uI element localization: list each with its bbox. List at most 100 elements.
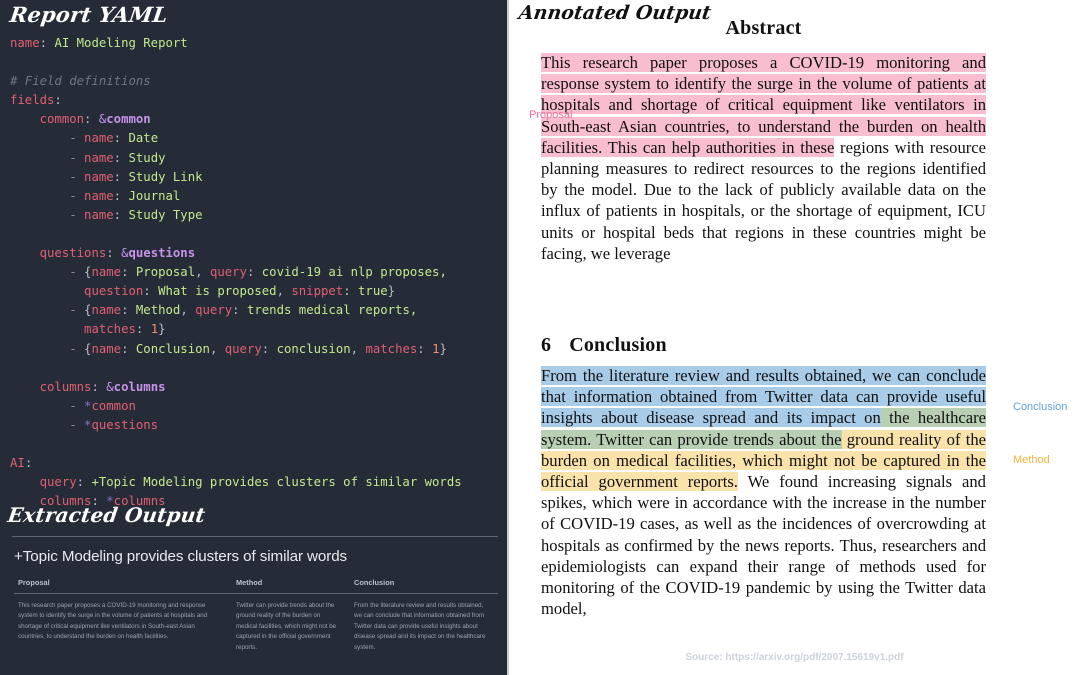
cell-conclusion: From the literature review and results o…	[354, 602, 486, 651]
yaml-line: - {name: Method, query: trends medical r…	[10, 301, 507, 320]
yaml-token-dash: -	[69, 417, 85, 432]
yaml-token-anchname: columns	[113, 379, 166, 394]
yaml-token-punct: ,	[180, 303, 196, 318]
cell-proposal: This research paper proposes a COVID-19 …	[18, 602, 208, 641]
yaml-token-dash: -	[69, 169, 85, 184]
conclusion-paragraph: From the literature review and results o…	[541, 365, 986, 619]
yaml-token-key: name	[91, 303, 122, 318]
yaml-token-punct: :	[121, 341, 136, 356]
yaml-token-punct: :	[343, 284, 359, 299]
annotation-label-proposal: Proposal	[529, 109, 573, 121]
yaml-token-key: questions	[39, 246, 107, 261]
abstract-heading: Abstract	[725, 17, 802, 39]
yaml-token-punct: :	[113, 131, 129, 146]
yaml-code-block[interactable]: name: AI Modeling Report # Field definit…	[10, 34, 507, 511]
yaml-token-punct: :	[39, 36, 55, 50]
yaml-token-key: matches	[84, 322, 136, 337]
yaml-token-dash: -	[69, 150, 85, 165]
yaml-token-key: AI	[10, 456, 25, 471]
conclusion-heading-label: Conclusion	[569, 334, 667, 356]
yaml-token-key: name	[84, 131, 114, 146]
yaml-token-str: Journal	[128, 188, 181, 203]
yaml-token-key: name	[10, 36, 40, 50]
yaml-token-punct: ,	[209, 341, 225, 356]
yaml-token-key: fields	[10, 93, 55, 108]
yaml-line	[10, 359, 507, 378]
conclusion-section-number: 6	[541, 334, 552, 356]
yaml-line: query: +Topic Modeling provides clusters…	[10, 473, 507, 492]
yaml-token-punct: :	[54, 93, 62, 108]
yaml-token-punct: :	[113, 150, 129, 165]
yaml-token-anchname: common	[106, 112, 151, 127]
conclusion-plain-text: We found increasing signals and spikes, …	[541, 472, 986, 619]
column-header-conclusion: Conclusion	[350, 578, 498, 594]
yaml-token-key: query	[195, 303, 233, 318]
yaml-token-key: query	[224, 341, 262, 356]
yaml-token-str: +Topic Modeling provides clusters of sim…	[91, 475, 462, 490]
yaml-token-punct: }	[158, 322, 166, 337]
table-header-row: Proposal Method Conclusion	[14, 578, 498, 594]
report-yaml-title: Report YAML	[8, 2, 170, 27]
yaml-token-punct: ,	[276, 284, 292, 299]
yaml-token-punct: ,	[195, 265, 210, 280]
yaml-token-punct: :	[246, 265, 262, 280]
yaml-token-str: Conclusion	[135, 341, 210, 356]
yaml-token-str: Study	[128, 150, 166, 165]
extracted-output-divider	[12, 536, 498, 537]
yaml-line: common: &common	[10, 110, 507, 129]
yaml-token-str: conclusion	[276, 341, 351, 356]
column-header-method: Method	[232, 578, 350, 594]
yaml-token-punct: }	[439, 341, 447, 356]
yaml-line: - {name: Proposal, query: covid-19 ai nl…	[10, 263, 507, 282]
yaml-token-punct: :	[106, 246, 122, 261]
extracted-output-title: Extracted Output	[6, 503, 207, 527]
annotation-label-method: Method	[1013, 454, 1050, 466]
screenshot-root: Report YAML name: AI Modeling Report # F…	[0, 0, 1080, 675]
yaml-token-punct: :	[24, 456, 33, 471]
yaml-token-punct: :	[417, 341, 433, 356]
yaml-token-key: common	[39, 112, 85, 127]
annotation-label-conclusion: Conclusion	[1013, 401, 1068, 413]
yaml-token-key: columns	[39, 379, 92, 394]
yaml-line: - *common	[10, 397, 507, 416]
yaml-token-punct: :	[113, 169, 129, 184]
yaml-token-anchor: &	[106, 379, 114, 394]
yaml-line	[10, 225, 507, 244]
yaml-token-punct: ,	[350, 341, 366, 356]
yaml-token-key: name	[84, 150, 114, 165]
source-link[interactable]: Source: https://arxiv.org/pdf/2007.15619…	[509, 652, 1080, 663]
extracted-query-text: +Topic Modeling provides clusters of sim…	[14, 548, 348, 565]
yaml-line: - name: Study Type	[10, 206, 507, 225]
yaml-token-punct: :	[261, 341, 277, 356]
yaml-token-str: Study Type	[128, 207, 203, 222]
yaml-token-key: name	[91, 265, 122, 280]
report-yaml-panel: Report YAML name: AI Modeling Report # F…	[0, 0, 509, 675]
yaml-token-dash: -	[69, 188, 85, 203]
yaml-token-dash: -	[69, 265, 85, 280]
yaml-token-punct: }	[387, 284, 396, 299]
extracted-output-table: Proposal Method Conclusion This research…	[14, 578, 498, 653]
yaml-token-key: snippet	[291, 284, 344, 299]
yaml-token-dash: -	[69, 398, 85, 413]
yaml-token-comment: # Field definitions	[10, 74, 151, 89]
column-header-proposal: Proposal	[14, 578, 232, 594]
yaml-token-punct: :	[91, 379, 107, 394]
yaml-line: # Field definitions	[10, 72, 507, 91]
yaml-token-key: query	[209, 265, 247, 280]
yaml-line: name: AI Modeling Report	[10, 34, 507, 53]
table-row: This research paper proposes a COVID-19 …	[14, 594, 498, 654]
yaml-token-str: Proposal	[135, 265, 196, 280]
yaml-token-str: covid-19 ai nlp proposes,	[261, 265, 447, 280]
yaml-token-alias: common	[91, 398, 136, 413]
yaml-token-key: query	[39, 475, 77, 490]
conclusion-heading: 6 Conclusion	[541, 334, 986, 357]
yaml-line: - *questions	[10, 416, 507, 435]
yaml-token-str: What is proposed	[158, 284, 277, 299]
yaml-line: - name: Study Link	[10, 168, 507, 187]
yaml-token-str: Method	[135, 303, 181, 318]
yaml-token-num: 1	[432, 341, 440, 356]
cell-method: Twitter can provide trends about the gro…	[236, 602, 337, 651]
yaml-token-num: 1	[150, 322, 159, 337]
yaml-token-dash: -	[69, 341, 85, 356]
yaml-line: question: What is proposed, snippet: tru…	[10, 282, 507, 301]
